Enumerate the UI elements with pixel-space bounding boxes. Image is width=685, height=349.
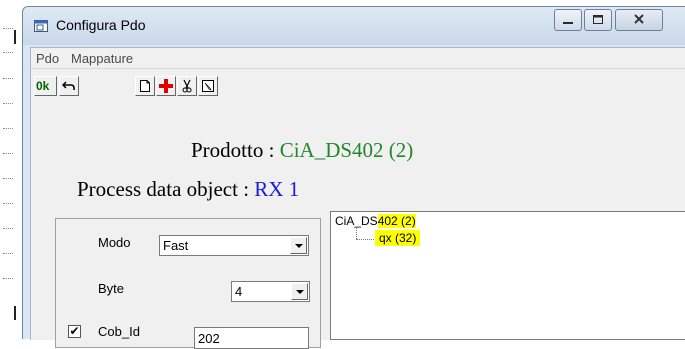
minimize-icon — [563, 22, 573, 24]
pdo-value: RX 1 — [254, 177, 300, 201]
background-strip — [0, 0, 24, 338]
background-tick — [3, 278, 13, 279]
menu-mappature[interactable]: Mappature — [71, 51, 133, 66]
chevron-down-icon[interactable] — [290, 237, 307, 254]
byte-select[interactable]: 4 — [231, 281, 310, 302]
toolbar: 0k — [31, 69, 685, 109]
modo-value: Fast — [163, 238, 189, 253]
background-tick — [3, 128, 13, 129]
background-tick — [3, 103, 13, 104]
undo-icon — [62, 81, 75, 90]
background-tick — [3, 78, 13, 79]
minimize-button[interactable] — [554, 9, 582, 31]
byte-value: 4 — [235, 284, 243, 299]
cut-icon — [182, 79, 192, 93]
prodotto-label: Prodotto : — [191, 138, 280, 162]
background-tick — [3, 178, 13, 179]
modo-select[interactable]: Fast — [159, 235, 309, 256]
client-area: Pdo Mappature 0k Prodotto: CiA_DS402 (2… — [30, 47, 685, 349]
menu-pdo[interactable]: Pdo — [36, 51, 59, 66]
tree-root-prefix: CiA_DS — [335, 214, 378, 228]
add-button[interactable] — [156, 76, 176, 96]
cobid-input[interactable]: 202 — [194, 327, 309, 349]
byte-label: Byte — [98, 281, 125, 296]
properties-button[interactable] — [198, 76, 218, 96]
cobid-value: 202 — [198, 331, 220, 346]
properties-icon — [202, 80, 214, 92]
menu-bar: Pdo Mappature — [31, 48, 685, 69]
tree-root-node[interactable]: CiA_DS402 (2) — [335, 214, 416, 228]
background-bar — [14, 30, 16, 44]
close-icon — [634, 14, 644, 24]
cobid-label: Cob_Id — [98, 324, 140, 339]
background-tick — [3, 253, 13, 254]
prodotto-line: Prodotto : CiA_DS402 (2) — [191, 138, 413, 163]
background-tick — [3, 203, 13, 204]
cut-button[interactable] — [177, 76, 197, 96]
pdo-line: Process data object : RX 1 — [77, 177, 299, 202]
background-tick — [3, 153, 13, 154]
mapping-tree[interactable]: CiA_DS402 (2) qx (32) — [330, 211, 685, 340]
background-bar — [14, 306, 16, 320]
configura-pdo-window: Configura Pdo Pdo Mappature 0k Prodotto … — [22, 6, 685, 349]
background-tick — [3, 228, 13, 229]
pdo-settings-panel: Modo Fast Byte 4 ✔ Cob_Id 202 — [55, 218, 321, 349]
add-icon — [159, 79, 173, 93]
tree-root-suffix: 402 (2) — [377, 214, 416, 228]
chevron-down-icon[interactable] — [291, 283, 308, 300]
app-icon — [34, 20, 48, 32]
background-tick — [3, 28, 13, 29]
cobid-checkbox[interactable]: ✔ — [68, 325, 81, 338]
new-icon — [140, 80, 150, 92]
ok-button[interactable]: 0k — [34, 76, 57, 96]
tree-connector — [356, 239, 374, 240]
prodotto-value: CiA_DS402 (2) — [279, 138, 414, 162]
new-button[interactable] — [135, 76, 155, 96]
modo-label: Modo — [98, 235, 131, 250]
close-button[interactable] — [615, 9, 663, 31]
window-title: Configura Pdo — [56, 17, 146, 33]
maximize-button[interactable] — [584, 9, 612, 31]
undo-button[interactable] — [59, 76, 79, 96]
background-tick — [3, 52, 13, 53]
tree-child-node[interactable]: qx (32) — [375, 230, 421, 246]
tree-connector — [356, 228, 357, 239]
ok-icon: 0k — [36, 79, 50, 93]
pdo-label: Process data object : — [77, 177, 255, 201]
maximize-icon — [593, 15, 603, 24]
title-bar[interactable]: Configura Pdo — [23, 7, 685, 45]
